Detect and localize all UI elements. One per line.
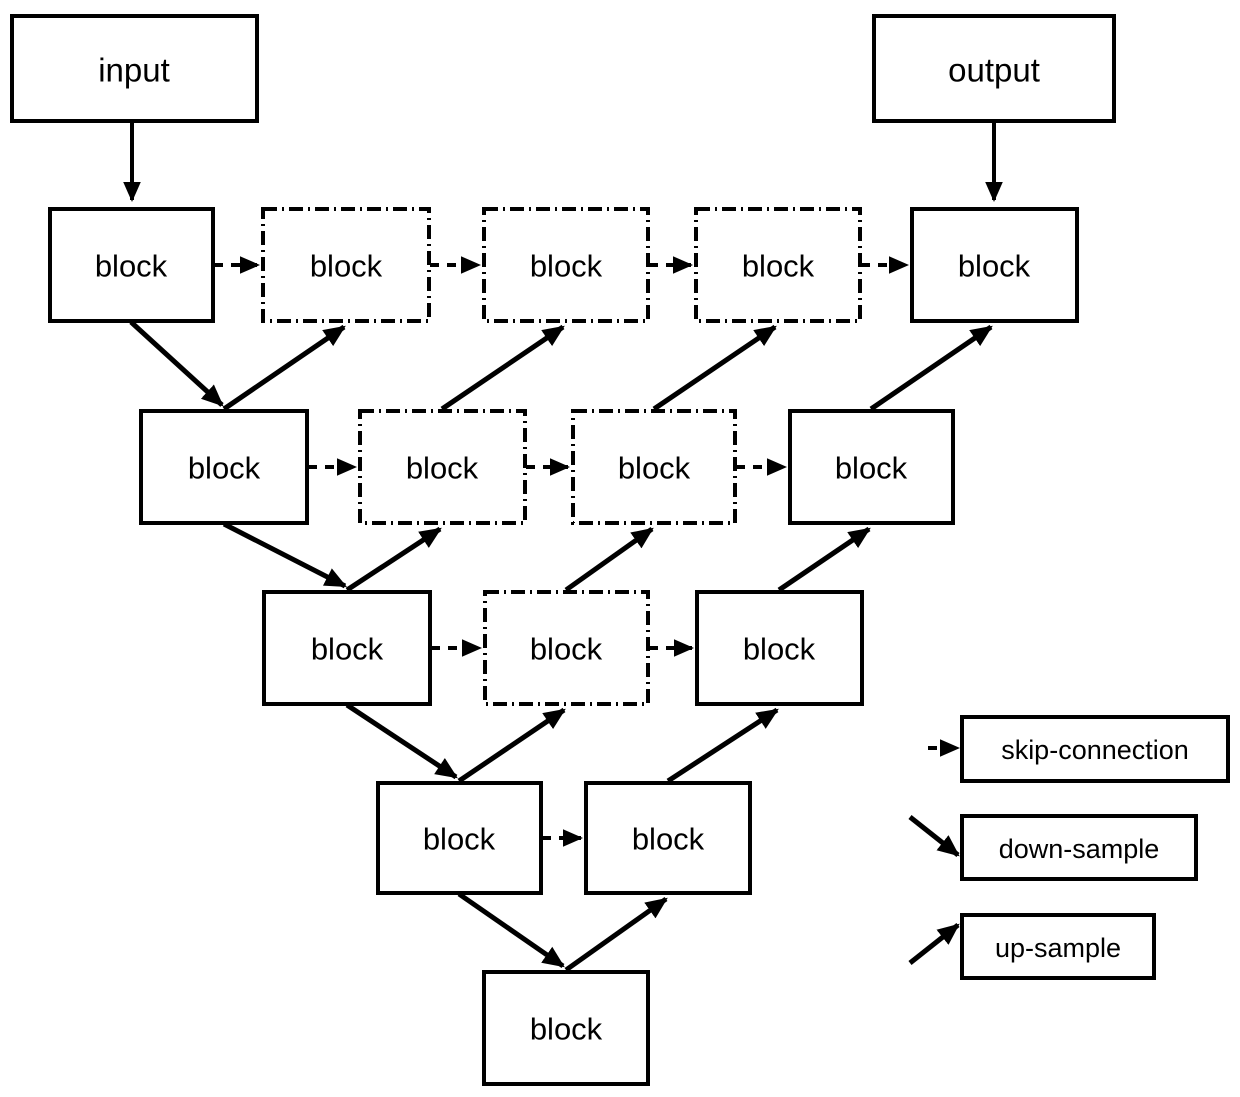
legend-down-sample-arrow-icon (908, 815, 960, 857)
block-r1c1-label: block (95, 249, 168, 284)
downsample-r1c1-to-r2c1 (129, 320, 224, 407)
block-r1c4-label: block (742, 249, 815, 284)
row-5-group: block (482, 970, 650, 1086)
input-box-label: input (98, 52, 170, 89)
input-box-group: input (10, 14, 259, 123)
upsample-r4c2-to-r3c3 (666, 707, 779, 784)
block-r3c1-label: block (311, 632, 384, 667)
block-r3c3-label: block (743, 632, 816, 667)
legend-down-sample-label: down-sample (999, 834, 1160, 864)
block-r4c1-label: block (423, 822, 496, 857)
upsample-r2c1-to-r1c2 (222, 324, 346, 412)
block-r5c1-label: block (530, 1012, 603, 1047)
block-r1c5-label: block (958, 249, 1031, 284)
upsample-r2c4-to-r1c5 (869, 324, 993, 412)
block-r1c2-label: block (310, 249, 383, 284)
upsample-r2c3-to-r1c4 (652, 324, 777, 412)
legend-up-sample-label: up-sample (995, 933, 1121, 963)
block-r4c2-label: block (632, 822, 705, 857)
legend-item-down-sample: down-sample (908, 814, 1198, 881)
legend-item-up-sample: up-sample (908, 913, 1156, 980)
downsample-r3c1-to-r4c1 (345, 702, 458, 780)
legend-group: skip-connection down-sample up-sample (908, 715, 1230, 980)
upsample-r3c1-to-r2c2 (345, 526, 442, 593)
architecture-diagram: input output block block block block blo… (10, 14, 1230, 1086)
block-r2c4-label: block (835, 451, 908, 486)
downsample-r2c1-to-r3c1 (222, 521, 347, 589)
downsample-r4c1-to-r5c1 (457, 891, 565, 969)
legend-item-skip-connection: skip-connection (928, 715, 1230, 783)
block-r2c3-label: block (618, 451, 691, 486)
legend-skip-connection-label: skip-connection (1001, 735, 1189, 765)
block-r3c2-label: block (530, 632, 603, 667)
row-1-group: block block block block block (48, 207, 1079, 323)
output-box-label: output (948, 52, 1040, 89)
block-r1c3-label: block (530, 249, 603, 284)
upsample-r3c3-to-r2c4 (777, 526, 871, 593)
upsample-r5c1-to-r4c2 (564, 896, 668, 973)
block-r2c1-label: block (188, 451, 261, 486)
block-r2c2-label: block (406, 451, 479, 486)
upsample-r3c2-to-r2c3 (564, 526, 654, 593)
diagram-canvas: input output block block block block blo… (0, 0, 1240, 1097)
output-box-group: output (872, 14, 1116, 123)
row-3-group: block block block (262, 590, 864, 706)
legend-up-sample-arrow-icon (908, 923, 960, 965)
upsample-r2c2-to-r1c3 (440, 324, 565, 412)
upsample-r4c1-to-r3c2 (457, 707, 566, 784)
